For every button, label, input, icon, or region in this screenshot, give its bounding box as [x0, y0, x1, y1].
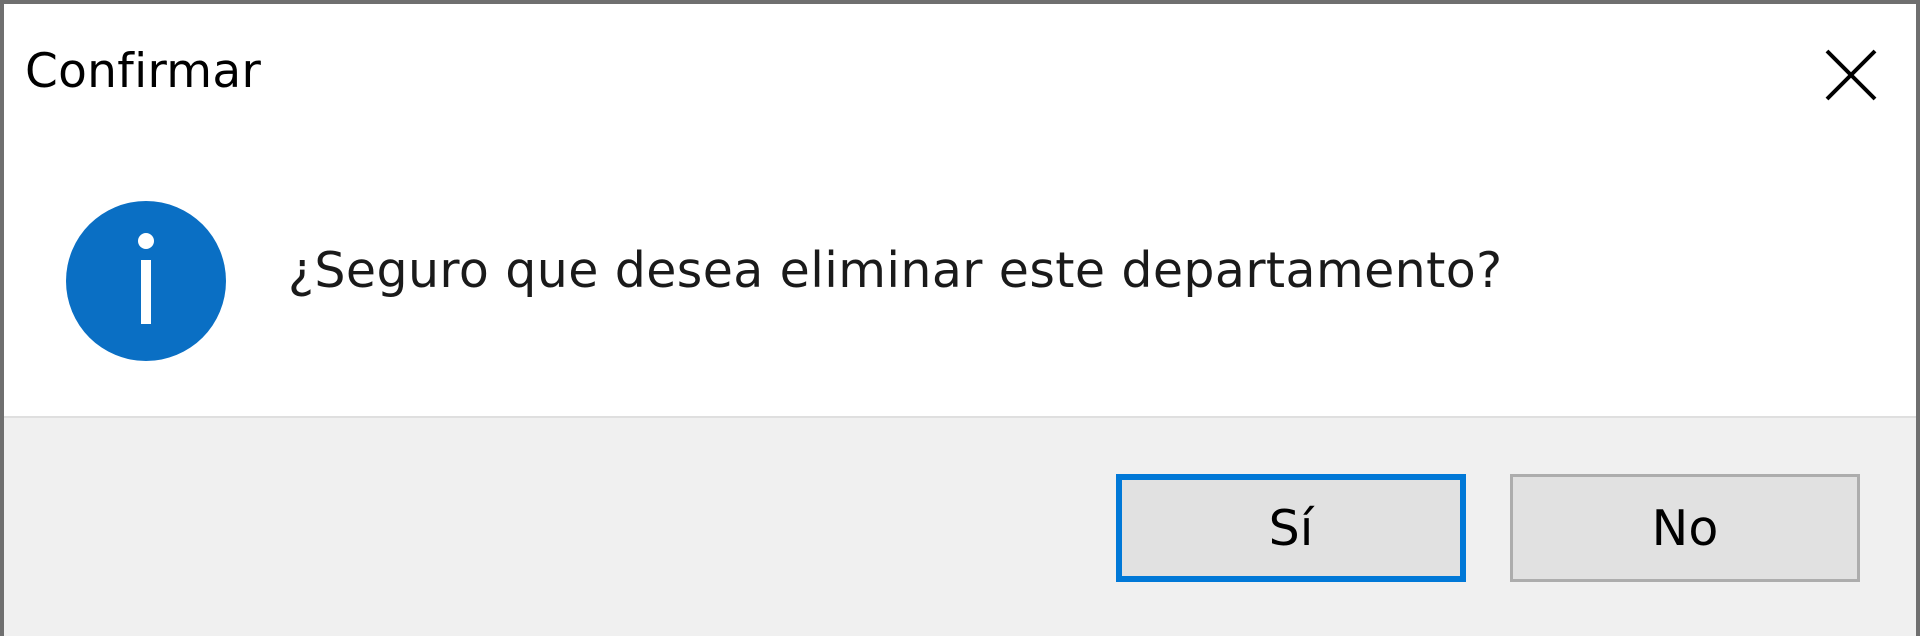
close-button[interactable]: [1786, 8, 1916, 142]
yes-button[interactable]: Sí: [1116, 474, 1466, 582]
dialog-content: ¿Seguro que desea eliminar este departam…: [4, 144, 1916, 416]
info-icon: [66, 201, 226, 361]
dialog-title: Confirmar: [25, 44, 262, 99]
title-bar[interactable]: Confirmar: [4, 4, 1916, 144]
button-bar: Sí No: [4, 416, 1916, 636]
close-icon: [1825, 49, 1877, 101]
no-button[interactable]: No: [1510, 474, 1860, 582]
confirm-dialog: Confirmar ¿Seguro que desea eliminar est…: [0, 0, 1920, 636]
confirmation-message: ¿Seguro que desea eliminar este departam…: [288, 242, 1503, 299]
